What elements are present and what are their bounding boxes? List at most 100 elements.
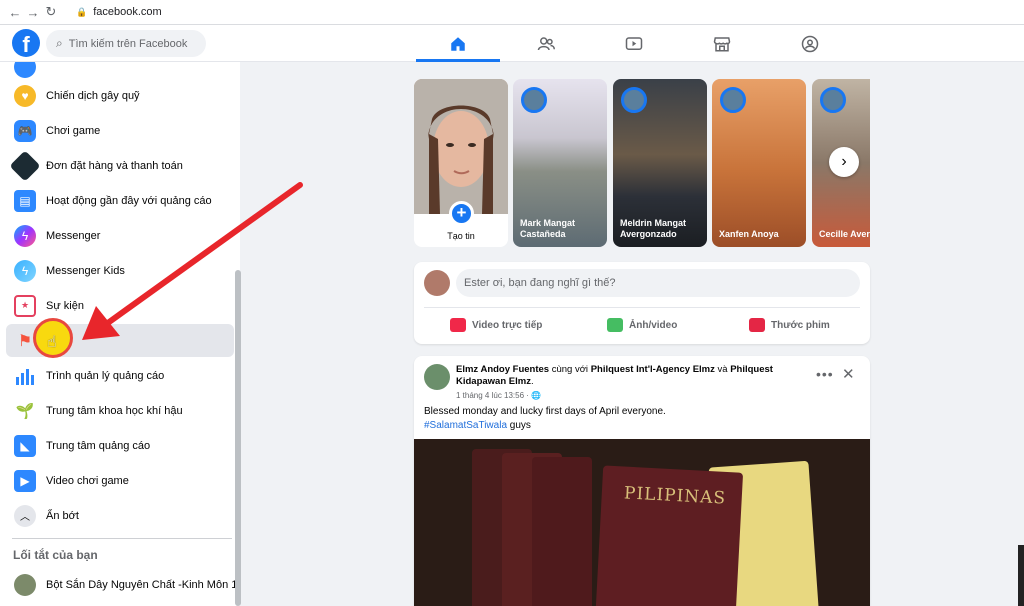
tab-marketplace[interactable]: [678, 25, 766, 62]
search-placeholder: Tìm kiếm trên Facebook: [68, 37, 188, 50]
post-hashtag-line: #SalamatSaTiwala guys: [424, 420, 531, 431]
tab-watch[interactable]: [590, 25, 678, 62]
sidebar-item-fundraisers[interactable]: ♥ Chiến dịch gây quỹ: [6, 79, 234, 112]
tab-groups[interactable]: [766, 25, 854, 62]
reel-button[interactable]: Thước phim: [749, 314, 830, 336]
reload-icon[interactable]: ↻: [42, 4, 60, 20]
tab-friends[interactable]: [502, 25, 590, 62]
groups-icon: [801, 35, 819, 52]
back-icon[interactable]: ←: [6, 5, 24, 20]
lock-icon[interactable]: 🔒: [76, 7, 87, 18]
forward-icon[interactable]: →: [24, 5, 42, 20]
story-card[interactable]: Meldrin Mangat Avergonzado: [613, 79, 707, 247]
sidebar-item-messenger-kids[interactable]: ϟ Messenger Kids: [6, 254, 234, 287]
stories-tray: + Tạo tin Mark Mangat Castañeda Meldrin …: [414, 79, 870, 247]
sidebar-shortcut-item[interactable]: Bột Sắn Dây Nguyên Chất -Kinh Môn 1: [6, 568, 238, 601]
sidebar-item-label: Ẩn bớt: [46, 509, 79, 522]
sidebar-item-events[interactable]: ★ Sự kiện: [6, 289, 234, 322]
shortcuts-heading: Lối tắt của bạn: [13, 548, 98, 562]
story-author-name: Cecille Aver: [819, 229, 870, 239]
sidebar-item-orders[interactable]: Đơn đặt hàng và thanh toán: [6, 149, 234, 182]
calendar-icon: ★: [14, 294, 36, 317]
post-composer: Ester ơi, bạn đang nghĩ gì thế? Video tr…: [414, 262, 870, 344]
sidebar-item-messenger[interactable]: ϟ Messenger: [6, 219, 234, 252]
chevron-right-icon[interactable]: ›: [829, 147, 859, 177]
address-bar[interactable]: facebook.com: [93, 6, 161, 18]
globe-icon: 🌐: [531, 391, 542, 400]
plant-icon: 🌱: [15, 402, 35, 420]
live-video-button[interactable]: Video trực tiếp: [450, 314, 542, 336]
composer-input[interactable]: Ester ơi, bạn đang nghĩ gì thế?: [456, 269, 860, 297]
post-author[interactable]: Elmz Andoy Fuentes: [456, 364, 549, 375]
bar-chart-icon: [14, 365, 36, 387]
sidebar-item-label: Messenger Kids: [46, 264, 125, 277]
sidebar-item-label: Trung tâm khoa học khí hậu: [46, 404, 183, 417]
sidebar-item-label: Hoạt động gần đây với quảng cáo: [46, 194, 212, 207]
reel-icon: [749, 318, 765, 332]
story-card[interactable]: Mark Mangat Castañeda: [513, 79, 607, 247]
story-avatar: [720, 87, 746, 113]
post-with-text: cùng với: [549, 364, 591, 375]
shortcut-avatar: [14, 573, 36, 596]
create-story-card[interactable]: + Tạo tin: [414, 79, 508, 247]
post-image[interactable]: PILIPINAS: [414, 439, 870, 606]
post-period: .: [530, 376, 534, 387]
sidebar-scrollbar[interactable]: [235, 270, 241, 606]
sidebar-item-ads-manager[interactable]: Trình quản lý quảng cáo: [6, 359, 234, 392]
heart-icon: ♥: [14, 84, 36, 107]
avatar[interactable]: [424, 270, 450, 296]
sidebar-item-gaming[interactable]: 🎮 Chơi game: [6, 114, 234, 147]
reel-label: Thước phim: [771, 319, 830, 331]
sidebar-item-label: Trung tâm quảng cáo: [46, 439, 151, 452]
sidebar-item-label: Đơn đặt hàng và thanh toán: [46, 159, 183, 172]
marketplace-icon: [713, 36, 731, 51]
more-options-icon[interactable]: •••: [816, 366, 834, 382]
post-tagged-page[interactable]: Philquest Int'l-Agency Elmz: [591, 364, 715, 375]
create-story-label: Tạo tin: [447, 231, 475, 241]
sidebar-item-label: Trình quản lý quảng cáo: [46, 369, 165, 382]
sidebar-divider: [12, 538, 232, 539]
feed-post: Elmz Andoy Fuentes cùng với Philquest In…: [414, 356, 870, 606]
post-time-text: 1 tháng 4 lúc 13:56 ·: [456, 391, 532, 400]
sidebar-item-gaming-video[interactable]: ▶ Video chơi game: [6, 464, 234, 497]
live-video-icon: [450, 318, 466, 332]
plus-icon[interactable]: +: [449, 201, 474, 226]
story-author-name: Meldrin Mangat Avergonzado: [620, 218, 687, 239]
story-author-name: Mark Mangat Castañeda: [520, 218, 576, 239]
messenger-kids-icon: ϟ: [14, 259, 36, 282]
photo-video-button[interactable]: Ảnh/video: [607, 314, 677, 336]
sidebar-item-label: Bột Sắn Dây Nguyên Chất -Kinh Môn 1: [46, 578, 238, 591]
post-hashtag[interactable]: #SalamatSaTiwala: [424, 420, 507, 431]
story-avatar: [521, 87, 547, 113]
gamepad-icon: 🎮: [14, 119, 36, 142]
sidebar-item-ad-activity[interactable]: ▤ Hoạt động gần đây với quảng cáo: [6, 184, 234, 217]
post-timestamp[interactable]: 1 tháng 4 lúc 13:56 · 🌐: [456, 391, 541, 400]
sidebar-item-see-less[interactable]: ︿ Ẩn bớt: [6, 499, 234, 532]
facebook-logo[interactable]: f: [12, 29, 40, 57]
story-avatar: [621, 87, 647, 113]
story-card[interactable]: Xanfen Anoya: [712, 79, 806, 247]
live-video-label: Video trực tiếp: [472, 319, 543, 331]
hand-cursor-icon: ☝: [47, 334, 57, 351]
partial-icon: [14, 62, 36, 78]
facebook-header: f ⌕ Tìm kiếm trên Facebook: [0, 25, 1024, 62]
sidebar-item-label: Messenger: [46, 229, 101, 242]
cart-icon: [9, 149, 41, 182]
watch-icon: [625, 36, 643, 50]
story-avatar: [820, 87, 846, 113]
sidebar-item-climate-science[interactable]: 🌱 Trung tâm khoa học khí hậu: [6, 394, 234, 427]
home-icon: [451, 36, 465, 51]
gaming-video-icon: ▶: [14, 469, 36, 492]
search-input[interactable]: ⌕ Tìm kiếm trên Facebook: [46, 30, 206, 57]
sidebar-item-label: Sự kiện: [46, 299, 84, 312]
composer-divider: [424, 307, 860, 308]
tab-home[interactable]: [414, 25, 502, 62]
post-and-text: và: [714, 364, 731, 375]
close-icon[interactable]: ✕: [842, 365, 855, 383]
sidebar-item-label: Chơi game: [46, 124, 101, 137]
own-profile-photo: [414, 79, 508, 214]
post-tag-suffix: guys: [507, 420, 531, 431]
sidebar-item-ad-center[interactable]: ◣ Trung tâm quảng cáo: [6, 429, 234, 462]
avatar[interactable]: [424, 364, 450, 390]
photo-video-label: Ảnh/video: [629, 319, 678, 331]
